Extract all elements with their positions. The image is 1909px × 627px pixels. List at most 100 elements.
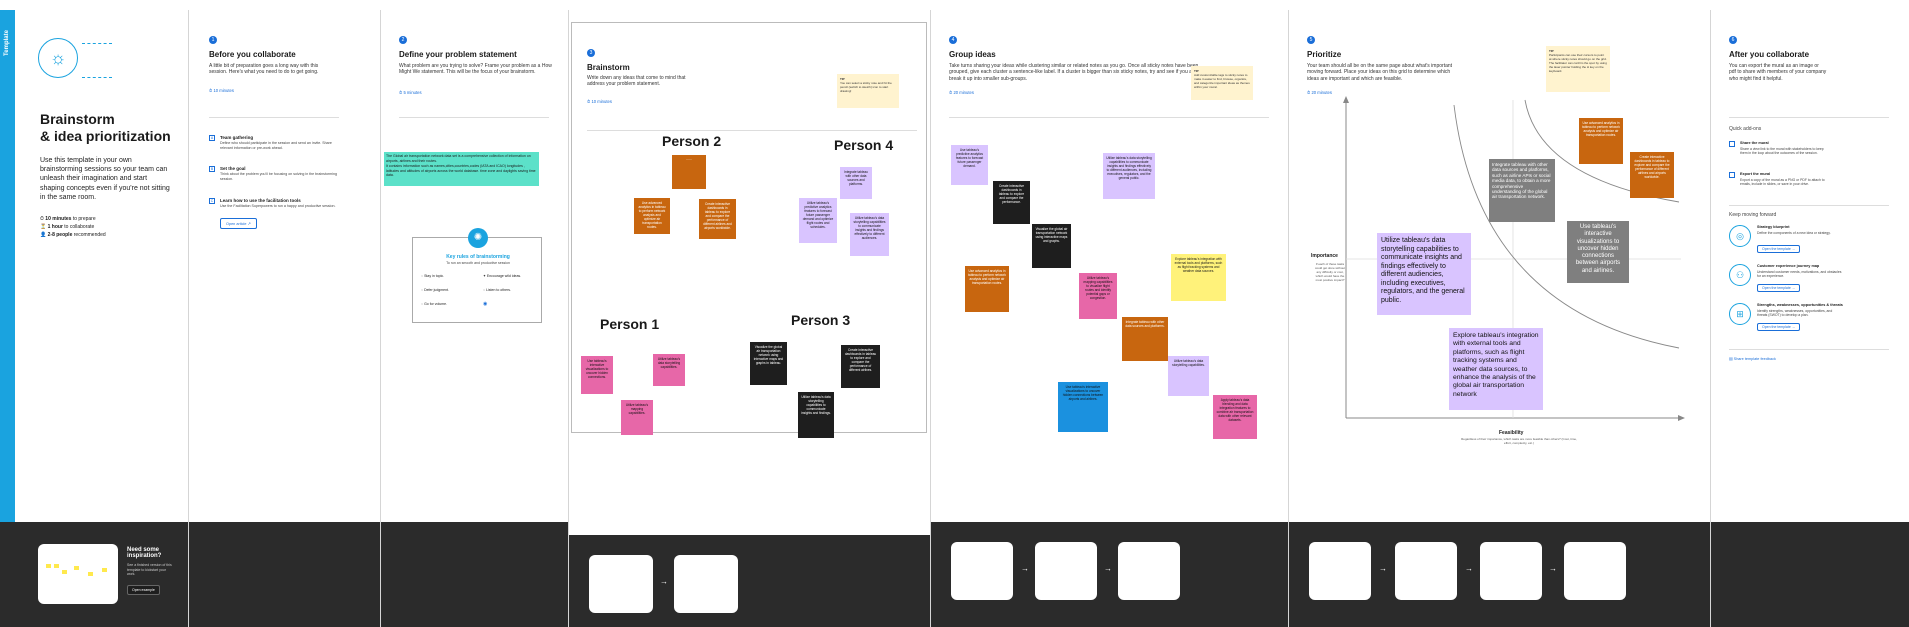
group-time: ⏱ 20 minutes <box>949 90 974 95</box>
strategy-icon: ◎ <box>1729 225 1751 247</box>
sticky-note[interactable]: Utilize tableau's data storytelling capa… <box>1103 153 1155 199</box>
template-title: Customer experience journey map <box>1757 264 1820 268</box>
before-description: A little bit of preparation goes a long … <box>209 63 319 76</box>
open-template-button[interactable]: Open the template → <box>1757 245 1801 253</box>
sticky-note[interactable]: Create interactive dashboards in tableau… <box>993 181 1030 224</box>
before-column: 1 Before you collaborate A little bit of… <box>189 10 381 627</box>
intro-description: Use this template in your own brainstorm… <box>40 157 170 201</box>
after-divider-3 <box>1729 349 1889 350</box>
sticky-note[interactable]: Create interactive dashboards in tableau… <box>1630 152 1674 198</box>
step-title: Team gathering <box>220 135 254 140</box>
before-title: Before you collaborate <box>209 50 296 59</box>
prioritize-column: 5 Prioritize Your team should all be on … <box>1289 10 1711 627</box>
sticky-note[interactable]: Utilize tableau's data storytelling capa… <box>1168 356 1209 396</box>
y-axis-arrow <box>1343 96 1349 103</box>
sticky-note[interactable]: Explore tableau's integration with exter… <box>1449 328 1543 410</box>
define-title: Define your problem statement <box>399 50 517 59</box>
after-title: After you collaborate <box>1729 50 1810 59</box>
rule-item: ◌ Stay in topic. <box>421 274 445 278</box>
group-column: 4 Group ideas Take turns sharing your id… <box>931 10 1289 627</box>
open-article-button[interactable]: Open article ↗ <box>220 218 257 229</box>
step-number: 3 <box>587 49 595 57</box>
thumbnail-step-1[interactable] <box>951 542 1013 600</box>
meta-collaborate: ⏳ 1 hour to collaborate <box>40 224 95 230</box>
sticky-note[interactable]: Utilize tableau's data storytelling capa… <box>653 354 685 386</box>
sticky-note[interactable]: Utilize tableau's data storytelling capa… <box>798 392 834 438</box>
mural-board: Template ☼ Brainstorm & idea prioritizat… <box>0 0 1909 627</box>
open-template-button[interactable]: Open the template → <box>1757 284 1801 292</box>
intro-title-line2: & idea prioritization <box>40 128 171 144</box>
sticky-note[interactable]: Use tableau's interactive visualizations… <box>1058 382 1108 432</box>
after-divider <box>1729 117 1889 118</box>
step-number: 1 <box>209 36 217 44</box>
define-footer <box>381 522 568 627</box>
group-tip: TIP Add customizable tags to sticky notes… <box>1191 66 1253 100</box>
step-desc: Define who should participate in the ses… <box>220 141 332 150</box>
rule-item: ◌ Listen to others. <box>483 288 511 292</box>
export-icon <box>1729 172 1735 178</box>
sticky-note[interactable]: Use advanced analytics in tableau to per… <box>634 198 670 234</box>
sticky-note[interactable]: Apply tableau's data blending and data i… <box>1213 395 1257 439</box>
thumbnail-step-1[interactable] <box>1309 542 1371 600</box>
step-desc: Think about the problem you'll be focusi… <box>220 172 337 181</box>
sticky-note[interactable]: Integrate tableau with other data source… <box>840 167 872 199</box>
thumbnail-step-2[interactable] <box>1035 542 1097 600</box>
thumbnail-step-1[interactable] <box>589 555 653 613</box>
wave-decoration <box>82 43 112 78</box>
open-example-button[interactable]: Open example <box>127 585 160 595</box>
sticky-note[interactable]: Utilize tableau's mapping capabilities t… <box>1079 273 1117 319</box>
group-description: Take turns sharing your ideas while clus… <box>949 63 1199 82</box>
sticky-note[interactable]: Create interactive dashboards in tableau… <box>841 345 880 388</box>
step-letter-a: A <box>209 135 215 141</box>
rule-item: ◌ Defer judgment. <box>421 288 449 292</box>
sticky-note[interactable]: Explore tableau's integration with exter… <box>1171 254 1226 301</box>
problem-statement-sticky[interactable]: The Global air transportation network da… <box>384 152 539 186</box>
step-number: 6 <box>1729 36 1737 44</box>
sticky-note[interactable]: Utilize tableau's data storytelling capa… <box>1377 233 1471 315</box>
sticky-note[interactable]: Use tableau's predictive analytics featu… <box>951 145 988 185</box>
thumbnail-step-2[interactable] <box>1395 542 1457 600</box>
group-title: Group ideas <box>949 50 996 59</box>
brainstorm-footer: → <box>569 535 930 627</box>
sticky-note[interactable]: Visualize the global air transportation … <box>1032 224 1071 268</box>
thumb-note <box>102 568 107 572</box>
thumbnail-step-4[interactable] <box>1564 542 1626 600</box>
arrow-icon: → <box>1379 564 1387 573</box>
sticky-note[interactable]: Utilize tableau's predictive analytics f… <box>799 198 837 243</box>
feasibility-sub: Regardless of their importance, which ta… <box>1461 437 1577 445</box>
group-footer: → → <box>931 522 1288 627</box>
after-divider-2 <box>1729 205 1889 206</box>
sticky-note[interactable]: Use tableau's interactive visualizations… <box>1567 221 1629 283</box>
sticky-note[interactable]: Integrate tableau with other data source… <box>1489 159 1555 222</box>
person-2-label: Person 2 <box>662 133 722 149</box>
sticky-note[interactable]: Create interactive dashboards in tableau… <box>699 199 736 239</box>
step-number: 4 <box>949 36 957 44</box>
rule-item: ✦ Encourage wild ideas. <box>483 274 522 278</box>
need-inspiration-title: Need some inspiration? <box>127 547 162 559</box>
sticky-note[interactable]: Use advanced analytics in tableau to per… <box>1579 118 1623 164</box>
sticky-note[interactable]: Use tableau's interactive visualizations… <box>581 356 613 394</box>
sticky-note[interactable]: Utilize tableau's data storytelling capa… <box>850 213 889 256</box>
brainstorm-title: Brainstorm <box>587 63 630 72</box>
template-desc: Define the components of a new idea or s… <box>1757 231 1831 235</box>
thumb-note <box>46 564 51 568</box>
define-divider <box>399 117 549 118</box>
sticky-note[interactable]: Utilize tableau's mapping capabilities. <box>621 400 653 435</box>
rule-item: ◌ Go for volume. <box>421 302 448 306</box>
thumbnail-step-2[interactable] <box>674 555 738 613</box>
open-template-button[interactable]: Open the template → <box>1757 323 1801 331</box>
swot-icon: ⊞ <box>1729 303 1751 325</box>
prioritize-footer: → → → <box>1289 522 1710 627</box>
brainstorm-column: 3 Brainstorm Write down any ideas that c… <box>569 10 931 627</box>
sticky-note[interactable]: Integrate tableau with other data source… <box>1122 317 1168 361</box>
thumbnail-step-3[interactable] <box>1118 542 1180 600</box>
sticky-note[interactable]: ······ <box>672 155 706 189</box>
step-number: 2 <box>399 36 407 44</box>
intro-meta: ⏱ 10 minutes to prepare ⏳ 1 hour to coll… <box>40 215 106 239</box>
meta-prepare: ⏱ 10 minutes to prepare <box>40 216 96 222</box>
sticky-note[interactable]: Visualize the global air transportation … <box>750 342 787 385</box>
example-thumbnail[interactable] <box>38 544 118 604</box>
sticky-note[interactable]: Use advanced analytics in tableau to per… <box>965 266 1009 312</box>
thumbnail-step-3[interactable] <box>1480 542 1542 600</box>
feedback-link[interactable]: ▤ Share template feedback <box>1729 356 1776 361</box>
